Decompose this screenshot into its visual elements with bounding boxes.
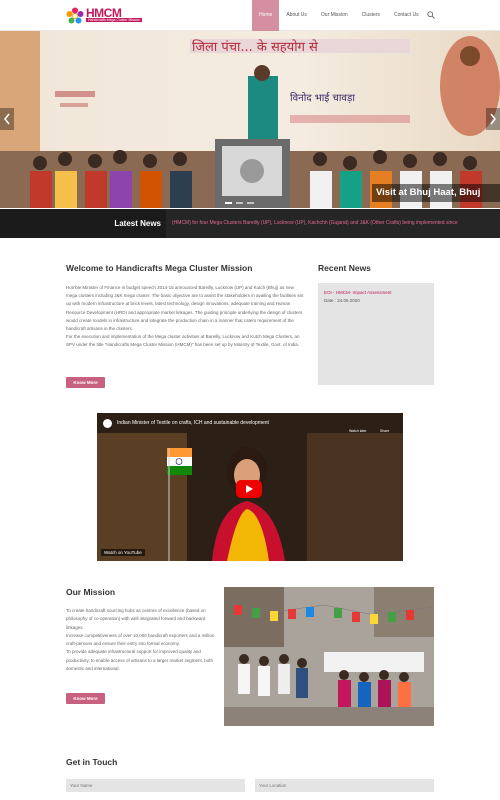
mission-paragraph: Increase competitiveness of over 10,000 … [66,632,215,647]
chevron-right-icon [490,113,496,125]
welcome-paragraph: Hon'ble Minister of Finance in budget sp… [66,285,304,332]
watch-later-button[interactable]: Watch later [349,429,367,433]
nav-about-us[interactable]: About Us [279,0,314,31]
mission-photo [224,587,434,726]
main-nav: Home About Us Our Mission Clusters Conta… [252,0,426,31]
recent-news-date: Date : 24.06.2020 [324,298,360,303]
video-title[interactable]: Indian Minister of Textile on crafts, IC… [117,420,269,426]
welcome-paragraph: For the execution and implementation of … [66,334,300,348]
mission-title: Our Mission [66,587,116,597]
mission-paragraph: To create handicraft sourcing hubs as ce… [66,608,206,630]
slider-next-button[interactable] [486,108,500,130]
mission-paragraph: To provide adequate infrastructural supp… [66,649,213,672]
share-button[interactable]: Share [380,429,389,433]
chevron-left-icon [4,113,10,125]
nav-contact-us[interactable]: Contact Us [387,0,426,31]
mission-photo-image [224,587,434,726]
name-input[interactable] [66,779,245,792]
get-in-touch-title: Get in Touch [66,757,118,767]
slide-caption: Visit at Bhuj Haat, Bhuj [372,184,500,202]
mission-know-more-button[interactable]: Know More [66,693,105,704]
welcome-body: Hon'ble Minister of Finance in budget sp… [66,284,306,350]
welcome-title: Welcome to Handicrafts Mega Cluster Miss… [66,263,253,273]
welcome-know-more-button[interactable]: Know More [66,377,105,388]
banner-text-mid: विनोद भाई चावड़ा [290,92,355,104]
video-embed[interactable]: Indian Minister of Textile on crafts, IC… [97,413,403,561]
latest-news-label: Latest News [0,209,166,238]
news-ticker[interactable]: (HMCM) for four Mega Clusters Bareilly (… [172,209,500,238]
banner-text-top: जिला पंचा... के सहयोग से [192,39,318,55]
logo-subtext: Handicrafts Mega Cluster Mission [86,18,143,22]
slider-dot[interactable] [247,202,254,204]
slider-dot[interactable] [236,202,243,204]
nav-home[interactable]: Home [252,0,280,31]
slider-prev-button[interactable] [0,108,14,130]
slider-dots [225,202,254,204]
slider-photo: जिला पंचा... के सहयोग से विनोद भाई चावड़… [0,31,500,208]
hero-slider[interactable]: जिला पंचा... के सहयोग से विनोद भाई चावड़… [0,31,500,208]
nav-clusters[interactable]: Clusters [355,0,387,31]
flower-logo-icon [66,7,84,24]
nav-our-mission[interactable]: Our Mission [314,0,355,31]
play-icon [246,485,253,493]
recent-news-link[interactable]: EOI - HMCM- Impact Assessment [324,290,392,295]
watch-on-youtube[interactable]: Watch on YouTube [101,549,145,556]
site-logo[interactable]: HMCM Handicrafts Mega Cluster Mission [66,6,143,25]
recent-news-title: Recent News [318,263,371,273]
play-button[interactable] [236,480,262,498]
slider-dot[interactable] [225,202,232,204]
search-icon[interactable] [427,11,435,19]
recent-news-box: EOI - HMCM- Impact Assessment Date : 24.… [318,283,434,385]
channel-avatar-icon[interactable] [103,419,112,428]
latest-news-bar: Latest News (HMCM) for four Mega Cluster… [0,209,500,238]
site-header: HMCM Handicrafts Mega Cluster Mission Ho… [0,0,500,31]
location-input[interactable] [255,779,434,792]
mission-body: To create handicraft sourcing hubs as ce… [66,607,216,673]
